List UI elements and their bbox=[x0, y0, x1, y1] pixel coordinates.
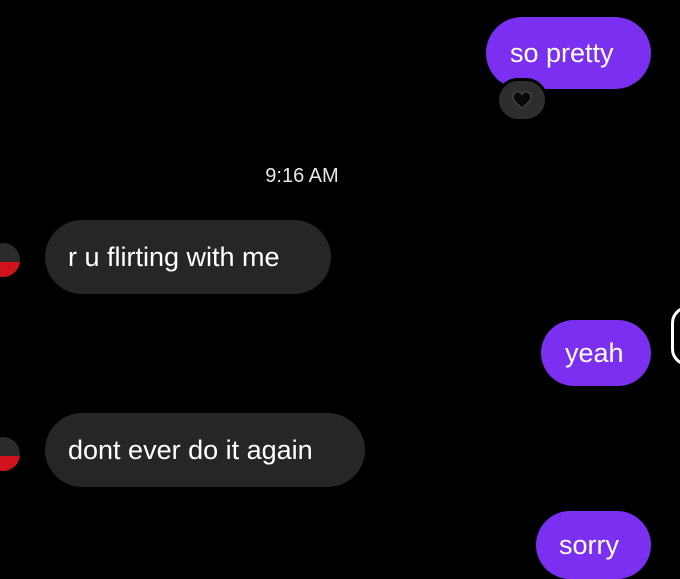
message-text: dont ever do it again bbox=[68, 434, 313, 465]
contact-avatar[interactable] bbox=[0, 437, 20, 471]
message-timestamp: 9:16 AM bbox=[265, 165, 339, 187]
message-text: so pretty bbox=[510, 37, 614, 68]
sent-message-bubble[interactable]: sorry bbox=[536, 511, 651, 579]
sent-message-bubble[interactable]: yeah bbox=[541, 320, 651, 386]
message-text: sorry bbox=[559, 529, 619, 560]
black-heart-icon bbox=[512, 91, 532, 109]
contact-avatar[interactable] bbox=[0, 243, 20, 277]
side-handle-button[interactable] bbox=[671, 306, 680, 366]
received-message-bubble[interactable]: r u flirting with me bbox=[45, 220, 331, 294]
message-text: r u flirting with me bbox=[68, 241, 280, 272]
received-message-bubble[interactable]: dont ever do it again bbox=[45, 413, 365, 487]
chat-thread: so pretty 9:16 AM r u flirting with me y… bbox=[0, 0, 680, 579]
message-text: yeah bbox=[565, 337, 624, 368]
heart-reaction-badge[interactable] bbox=[496, 78, 548, 122]
